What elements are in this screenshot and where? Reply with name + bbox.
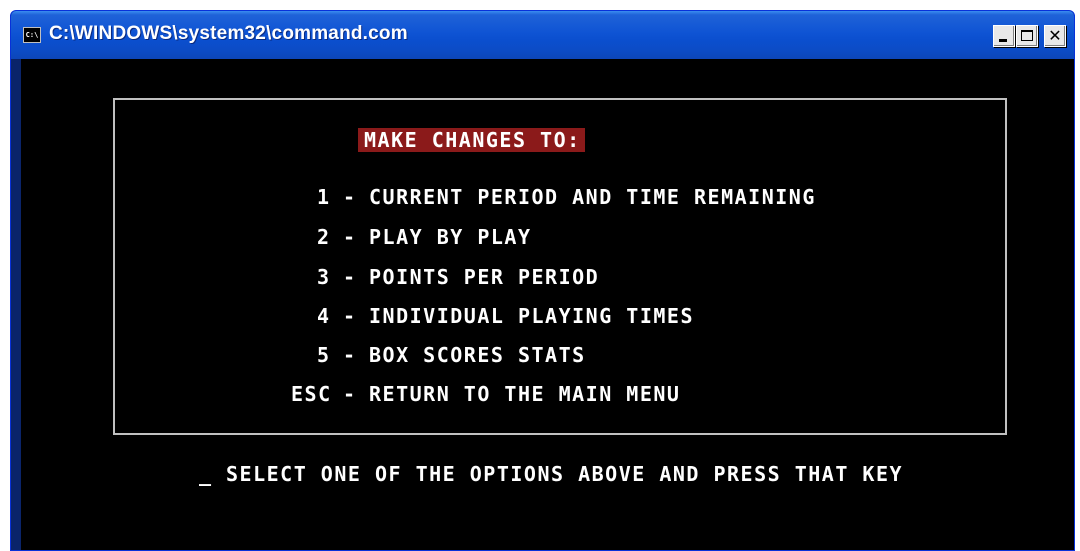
menu-item-2-label[interactable]: PLAY BY PLAY — [369, 225, 532, 249]
menu-heading: MAKE CHANGES TO: — [358, 128, 585, 152]
menu-item-4-separator: - — [343, 304, 357, 328]
maximize-icon — [1021, 30, 1033, 41]
menu-item-4-key: 4 — [317, 304, 331, 328]
console-window: C:\ C:\WINDOWS\system32\command.com ✕ MA… — [10, 10, 1075, 551]
console-icon[interactable]: C:\ — [23, 27, 41, 43]
minimize-icon — [999, 39, 1007, 42]
close-icon: ✕ — [1048, 26, 1062, 45]
menu-item-esc-label[interactable]: RETURN TO THE MAIN MENU — [369, 382, 680, 406]
menu-item-2-separator: - — [343, 225, 357, 249]
menu-item-esc-key: ESC — [291, 382, 332, 406]
title-bar[interactable]: C:\ C:\WINDOWS\system32\command.com ✕ — [11, 11, 1074, 59]
menu-item-4-label[interactable]: INDIVIDUAL PLAYING TIMES — [369, 304, 694, 328]
console-area[interactable]: MAKE CHANGES TO: 1 - CURRENT PERIOD AND … — [21, 59, 1074, 550]
window-title: C:\WINDOWS\system32\command.com — [49, 23, 408, 44]
minimize-button[interactable] — [993, 25, 1015, 47]
menu-item-esc-separator: - — [343, 382, 357, 406]
text-cursor: _ — [199, 462, 213, 486]
menu-item-3-label[interactable]: POINTS PER PERIOD — [369, 265, 599, 289]
menu-item-5-separator: - — [343, 343, 357, 367]
menu-item-5-key: 5 — [317, 343, 331, 367]
menu-item-3-separator: - — [343, 265, 357, 289]
menu-item-3-key: 3 — [317, 265, 331, 289]
menu-item-1-key: 1 — [317, 185, 331, 209]
menu-item-1-separator: - — [343, 185, 357, 209]
prompt-text: SELECT ONE OF THE OPTIONS ABOVE AND PRES… — [226, 462, 904, 486]
menu-item-5-label[interactable]: BOX SCORES STATS — [369, 343, 586, 367]
menu-item-2-key: 2 — [317, 225, 331, 249]
menu-item-1-label[interactable]: CURRENT PERIOD AND TIME REMAINING — [369, 185, 816, 209]
close-button[interactable]: ✕ — [1044, 25, 1066, 47]
maximize-button[interactable] — [1016, 25, 1038, 47]
